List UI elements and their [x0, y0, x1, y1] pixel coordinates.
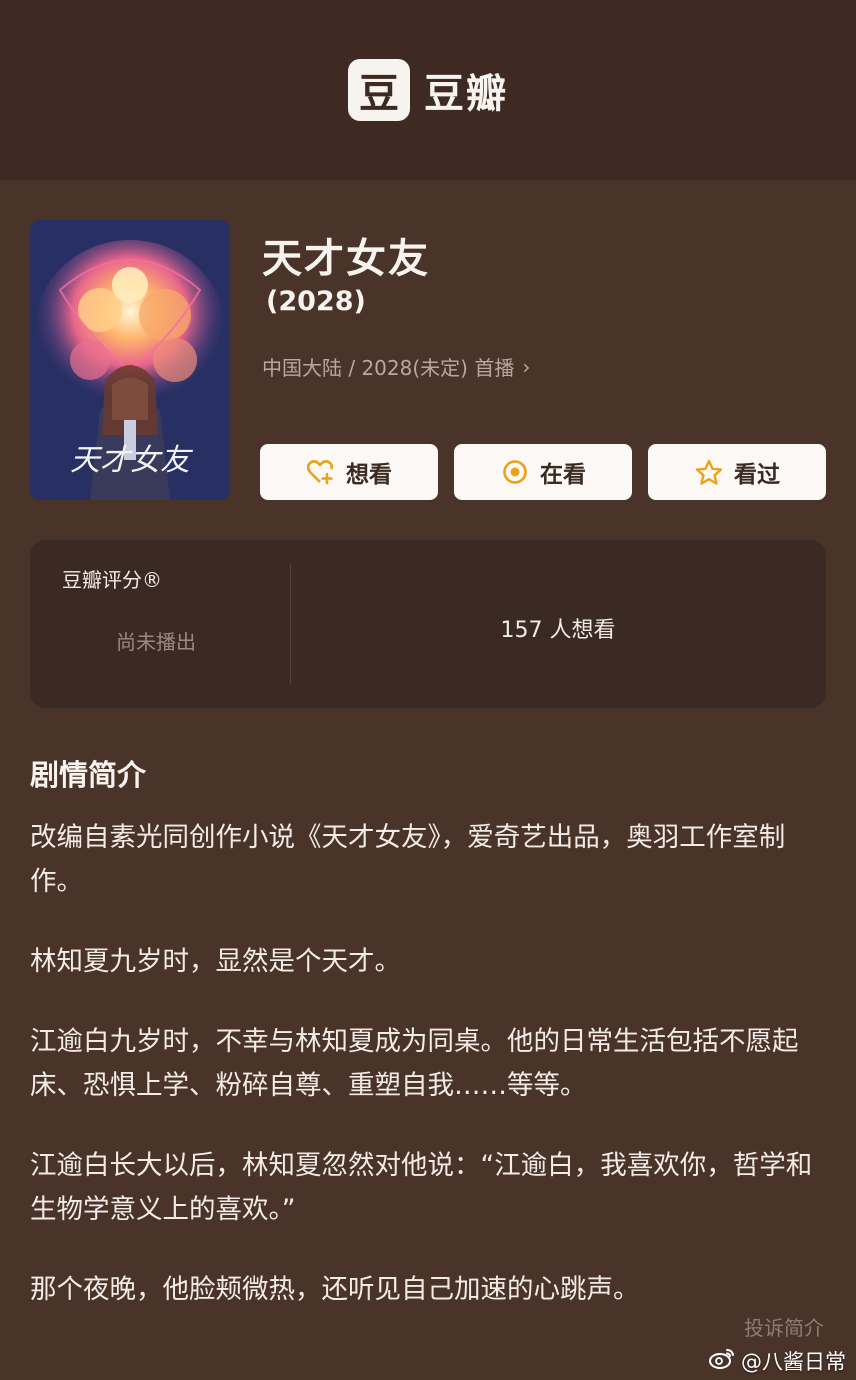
target-circle-icon [500, 457, 530, 487]
watching-label: 在看 [540, 462, 586, 488]
synopsis-paragraph: 江逾白九岁时，不幸与林知夏成为同桌。他的日常生活包括不愿起床、恐惧上学、粉碎自尊… [30, 1026, 799, 1101]
want-count[interactable]: 157 人想看 [290, 612, 826, 644]
poster-art: 天才女友 [30, 220, 230, 500]
synopsis-paragraph: 江逾白长大以后，林知夏忽然对他说：“江逾白，我喜欢你，哲学和生物学意义上的喜欢。… [30, 1150, 813, 1225]
watched-button[interactable]: 看过 [648, 444, 826, 500]
synopsis-paragraph: 那个夜晚，他脸颊微热，还听见自己加速的心跳声。 [30, 1274, 640, 1305]
watching-button[interactable]: 在看 [454, 444, 632, 500]
watermark-text: @八酱日常 [741, 1350, 846, 1374]
synopsis-paragraph: 林知夏九岁时，显然是个天才。 [30, 946, 401, 977]
rating-status: 尚未播出 [116, 630, 196, 654]
movie-title: 天才女友 [262, 236, 430, 282]
rating-label: 豆瓣评分® [62, 568, 162, 592]
rating-card: 豆瓣评分® 尚未播出 157 人想看 [30, 540, 826, 708]
synopsis-body: 改编自素光同创作小说《天才女友》，爱奇艺出品，奥羽工作室制作。 林知夏九岁时，显… [30, 816, 830, 1312]
chevron-right-icon: › [522, 354, 531, 379]
movie-year: (2028) [266, 286, 366, 317]
movie-meta-text: 中国大陆 / 2028(未定) 首播 [262, 356, 515, 380]
top-bar: 豆 豆瓣 [0, 0, 856, 180]
synopsis-paragraph: 改编自素光同创作小说《天才女友》，爱奇艺出品，奥羽工作室制作。 [30, 822, 786, 897]
synopsis-title: 剧情简介 [30, 758, 147, 792]
want-to-watch-label: 想看 [346, 462, 392, 488]
poster-image[interactable]: 天才女友 [30, 220, 230, 500]
movie-meta-link[interactable]: 中国大陆 / 2028(未定) 首播 › [262, 352, 530, 381]
watched-label: 看过 [734, 462, 780, 488]
poster-title-text: 天才女友 [70, 443, 194, 478]
douban-logo-text: 豆瓣 [424, 71, 508, 117]
action-buttons: 想看 在看 看过 [260, 444, 826, 500]
star-icon [694, 457, 724, 487]
report-synopsis-link[interactable]: 投诉简介 [744, 1312, 824, 1341]
douban-logo-icon[interactable]: 豆 [348, 59, 410, 121]
heart-plus-icon [306, 457, 336, 487]
want-to-watch-button[interactable]: 想看 [260, 444, 438, 500]
weibo-icon [709, 1347, 735, 1375]
weibo-watermark: @八酱日常 [709, 1346, 846, 1376]
